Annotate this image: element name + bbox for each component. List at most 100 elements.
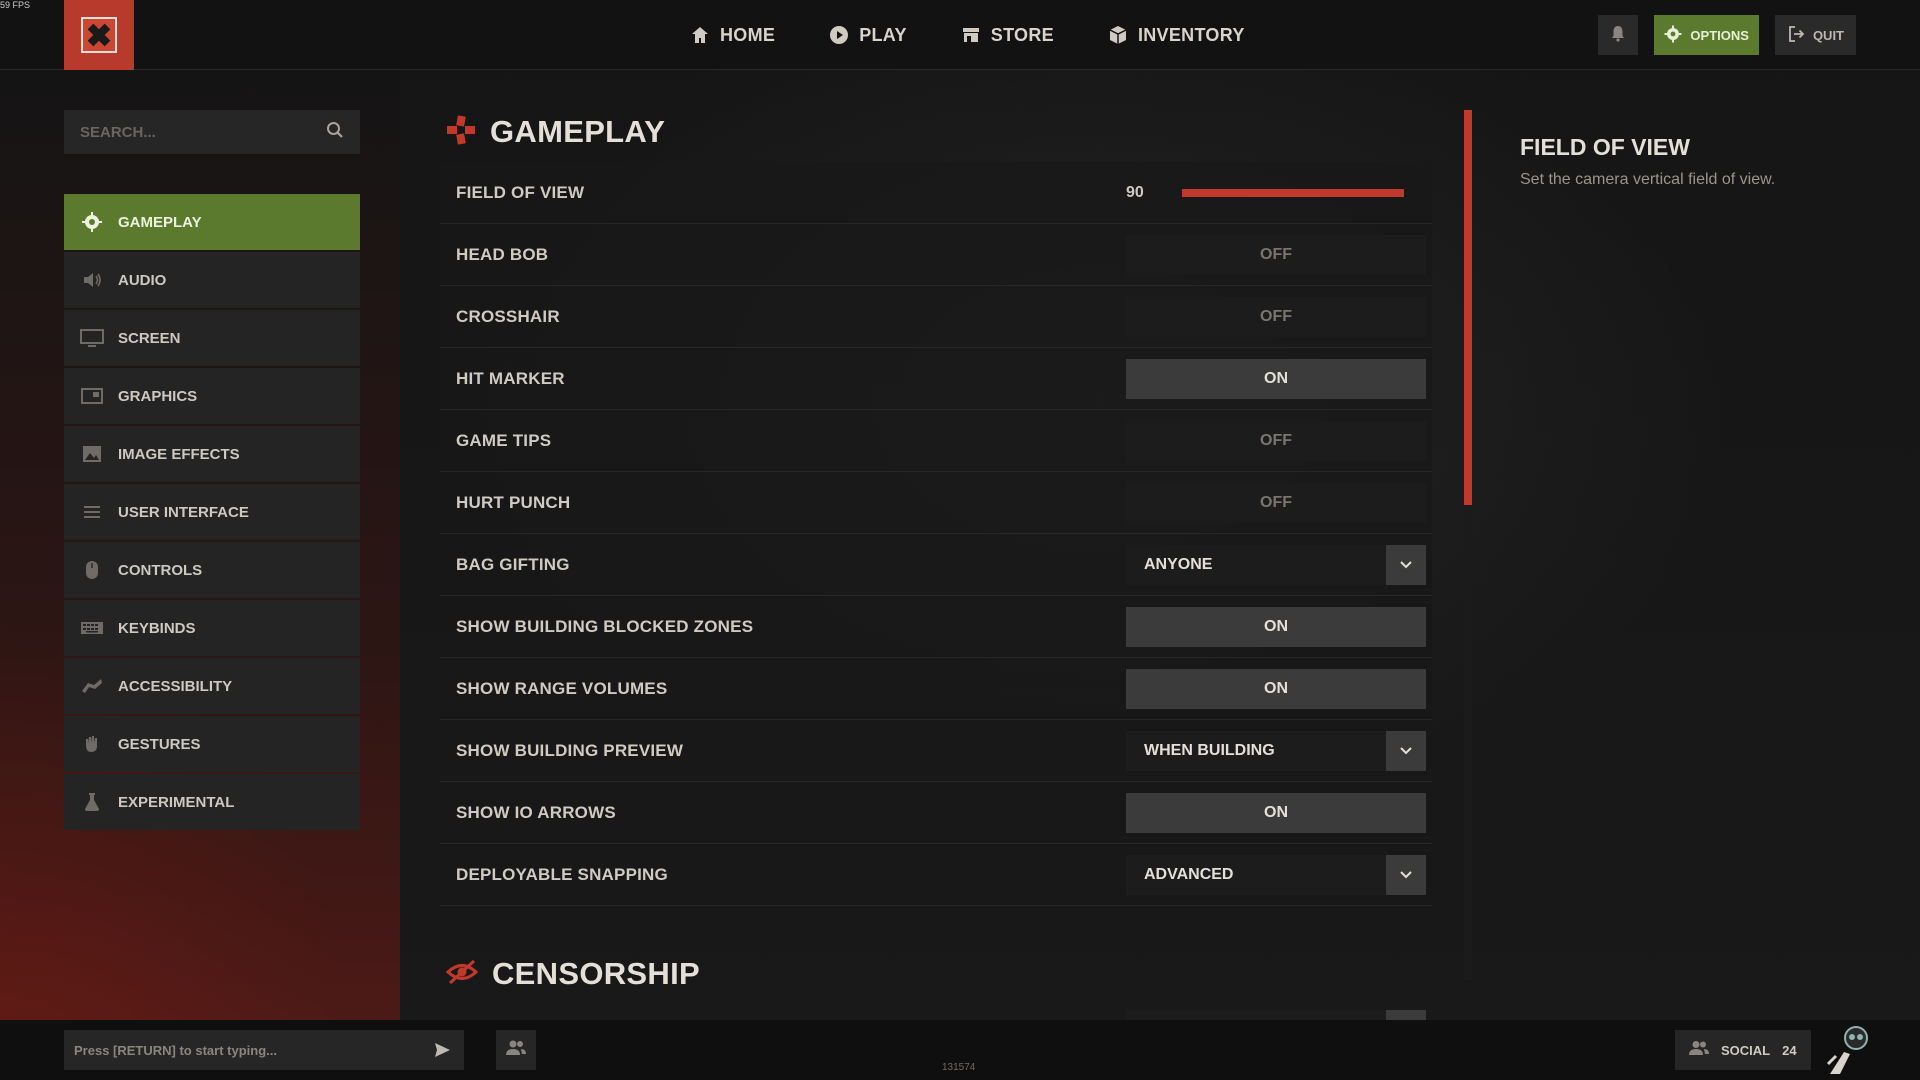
fov-slider[interactable] bbox=[1182, 189, 1404, 197]
sidebar-item-screen[interactable]: SCREEN bbox=[64, 310, 360, 366]
toggle-value: OFF bbox=[1260, 431, 1292, 449]
sidebar-item-experimental[interactable]: EXPERIMENTAL bbox=[64, 774, 360, 830]
sidebar-item-gameplay[interactable]: GAMEPLAY bbox=[64, 194, 360, 250]
setting-label: CROSSHAIR bbox=[456, 306, 560, 326]
fov-value: 90 bbox=[1126, 183, 1144, 201]
exit-icon bbox=[1787, 25, 1805, 46]
sidebar-item-label: IMAGE EFFECTS bbox=[118, 445, 240, 463]
hand-icon bbox=[80, 732, 104, 756]
rust-logo[interactable] bbox=[64, 0, 134, 70]
setting-label: DEPLOYABLE SNAPPING bbox=[456, 864, 668, 884]
dropdown-value: ANYONE bbox=[1144, 555, 1213, 573]
lines-icon bbox=[80, 500, 104, 524]
scrollbar-thumb[interactable] bbox=[1464, 110, 1472, 505]
setting-row-field-of-view: FIELD OF VIEW 90 bbox=[440, 162, 1432, 224]
chevron-down-icon[interactable] bbox=[1386, 730, 1426, 771]
chevron-down-icon[interactable] bbox=[1386, 854, 1426, 895]
eye-off-icon bbox=[445, 957, 479, 992]
game-tips-toggle[interactable]: OFF bbox=[1126, 420, 1426, 461]
sidebar-item-label: CONTROLS bbox=[118, 561, 203, 579]
gameplay-section-header: GAMEPLAY bbox=[440, 110, 1432, 154]
people-icon bbox=[1689, 1040, 1709, 1061]
send-icon[interactable] bbox=[430, 1038, 454, 1062]
play-icon bbox=[829, 25, 849, 45]
toggle-value: ON bbox=[1264, 617, 1288, 635]
accessibility-icon bbox=[80, 674, 104, 698]
add-people-icon bbox=[505, 1039, 527, 1062]
setting-row-show-range-volumes: SHOW RANGE VOLUMES ON bbox=[440, 658, 1432, 720]
logo-mark-icon bbox=[81, 17, 117, 53]
setting-label: HIT MARKER bbox=[456, 368, 565, 388]
gear-icon bbox=[1664, 25, 1682, 46]
sidebar-item-label: GAMEPLAY bbox=[118, 213, 202, 231]
setting-label: FIELD OF VIEW bbox=[456, 182, 585, 202]
sidebar-item-label: EXPERIMENTAL bbox=[118, 793, 235, 811]
setting-label: GAME TIPS bbox=[456, 430, 552, 450]
flask-icon bbox=[80, 790, 104, 814]
setting-row-deployable-snapping: DEPLOYABLE SNAPPING ADVANCED bbox=[440, 844, 1432, 906]
sidebar-item-label: GRAPHICS bbox=[118, 387, 198, 405]
sidebar-item-audio[interactable]: AUDIO bbox=[64, 252, 360, 308]
setting-row-show-building-preview: SHOW BUILDING PREVIEW WHEN BUILDING bbox=[440, 720, 1432, 782]
setting-row-head-bob: HEAD BOB OFF bbox=[440, 224, 1432, 286]
info-description: Set the camera vertical field of view. bbox=[1520, 171, 1776, 188]
dropdown-value: WHEN BUILDING bbox=[1144, 741, 1275, 759]
quit-button[interactable]: QUIT bbox=[1774, 15, 1856, 55]
dropdown-partial[interactable] bbox=[1126, 1010, 1426, 1020]
io-arrows-toggle[interactable]: ON bbox=[1126, 792, 1426, 833]
sidebar-item-controls[interactable]: CONTROLS bbox=[64, 542, 360, 598]
nav-inventory-label: INVENTORY bbox=[1137, 24, 1245, 45]
home-icon bbox=[690, 25, 710, 45]
settings-sidebar: GAMEPLAY AUDIO SCREEN GRAPHICS IMAGE EFF… bbox=[64, 194, 360, 832]
sidebar-item-label: ACCESSIBILITY bbox=[118, 677, 233, 695]
social-button[interactable]: SOCIAL 24 bbox=[1675, 1030, 1811, 1070]
nav-home-label: HOME bbox=[720, 24, 776, 45]
setting-row-hurt-punch: HURT PUNCH OFF bbox=[440, 472, 1432, 534]
nav-inventory[interactable]: INVENTORY bbox=[1108, 25, 1245, 46]
section-title: GAMEPLAY bbox=[490, 114, 666, 149]
keyboard-icon bbox=[80, 616, 104, 640]
range-volumes-toggle[interactable]: ON bbox=[1126, 668, 1426, 709]
deployable-snapping-dropdown[interactable]: ADVANCED bbox=[1126, 854, 1426, 895]
sidebar-item-graphics[interactable]: GRAPHICS bbox=[64, 368, 360, 424]
setting-label: HURT PUNCH bbox=[456, 492, 571, 512]
building-preview-dropdown[interactable]: WHEN BUILDING bbox=[1126, 730, 1426, 771]
sidebar-item-label: KEYBINDS bbox=[118, 619, 196, 637]
info-title: FIELD OF VIEW bbox=[1520, 134, 1690, 160]
toggle-value: OFF bbox=[1260, 307, 1292, 325]
nav-home[interactable]: HOME bbox=[690, 25, 775, 46]
chat-input[interactable] bbox=[74, 1042, 430, 1058]
setting-row-hit-marker: HIT MARKER ON bbox=[440, 348, 1432, 410]
options-label: OPTIONS bbox=[1690, 27, 1749, 43]
hit-marker-toggle[interactable]: ON bbox=[1126, 358, 1426, 399]
sidebar-item-accessibility[interactable]: ACCESSIBILITY bbox=[64, 658, 360, 714]
avatar[interactable] bbox=[1818, 1022, 1874, 1078]
sidebar-item-user-interface[interactable]: USER INTERFACE bbox=[64, 484, 360, 540]
search-icon[interactable] bbox=[326, 121, 344, 144]
settings-scrollbar[interactable] bbox=[1464, 110, 1472, 980]
head-bob-toggle[interactable]: OFF bbox=[1126, 234, 1426, 275]
chevron-down-icon[interactable] bbox=[1386, 544, 1426, 585]
fov-slider-fill bbox=[1182, 189, 1404, 197]
notifications-button[interactable] bbox=[1598, 15, 1639, 55]
bag-gifting-dropdown[interactable]: ANYONE bbox=[1126, 544, 1426, 585]
toggle-value: OFF bbox=[1260, 493, 1292, 511]
nav-store[interactable]: STORE bbox=[961, 25, 1054, 46]
setting-row-show-building-blocked-zones: SHOW BUILDING BLOCKED ZONES ON bbox=[440, 596, 1432, 658]
setting-row-partial bbox=[440, 996, 1432, 1020]
building-blocked-zones-toggle[interactable]: ON bbox=[1126, 606, 1426, 647]
setting-label: SHOW RANGE VOLUMES bbox=[456, 678, 668, 698]
sidebar-item-gestures[interactable]: GESTURES bbox=[64, 716, 360, 772]
sidebar-item-image-effects[interactable]: IMAGE EFFECTS bbox=[64, 426, 360, 482]
party-button[interactable] bbox=[496, 1030, 536, 1070]
sidebar-item-keybinds[interactable]: KEYBINDS bbox=[64, 600, 360, 656]
options-button[interactable]: OPTIONS bbox=[1654, 15, 1759, 55]
sidebar-item-label: AUDIO bbox=[118, 271, 167, 289]
mouse-icon bbox=[80, 558, 104, 582]
search-input[interactable] bbox=[80, 123, 326, 141]
crosshair-toggle[interactable]: OFF bbox=[1126, 296, 1426, 337]
hurt-punch-toggle[interactable]: OFF bbox=[1126, 482, 1426, 523]
nav-play[interactable]: PLAY bbox=[829, 25, 907, 46]
main-nav: HOME PLAY STORE INVENTORY bbox=[690, 0, 1299, 70]
settings-list: FIELD OF VIEW 90 HEAD BOB OFF CROSSHAIR … bbox=[440, 162, 1432, 906]
